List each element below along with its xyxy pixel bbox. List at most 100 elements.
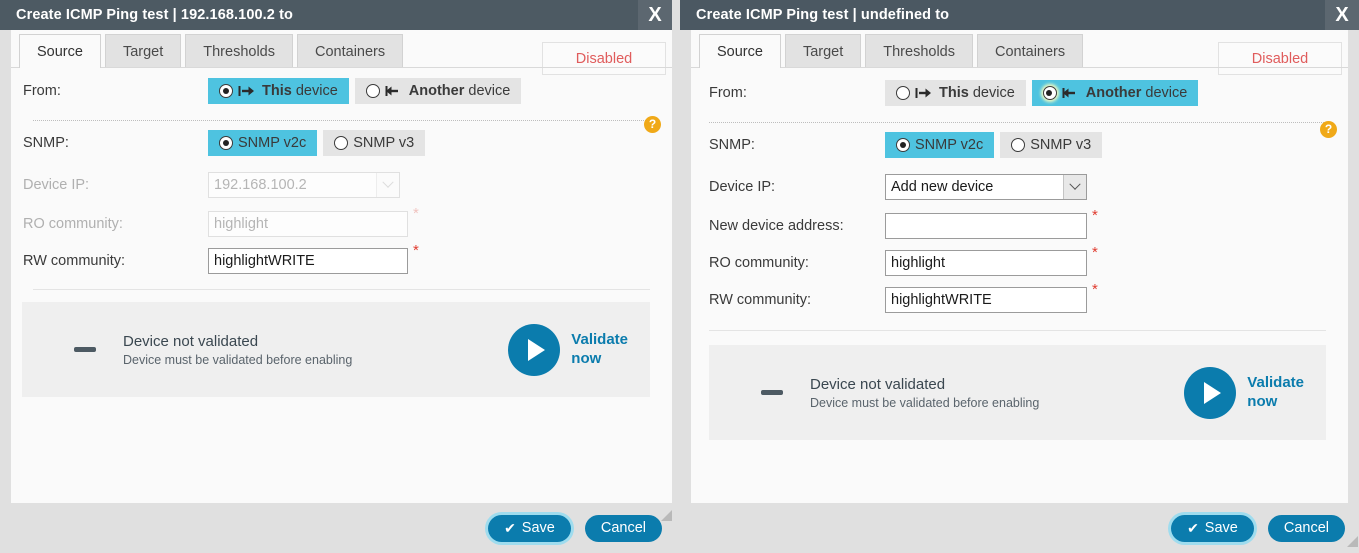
rw-community-input[interactable] [885,286,1087,313]
play-icon [508,323,561,376]
validation-title: Device not validated [123,332,259,350]
field-row-from: From: This device Another device [691,68,1348,118]
radio-snmp-v3[interactable]: SNMP v3 [323,130,426,156]
save-button[interactable]: ✔ Save [1171,514,1254,542]
validation-texts: Device not validated Device must be vali… [810,376,1184,410]
tab-containers[interactable]: Containers [297,34,404,68]
required-asterisk: * [413,205,419,222]
dialog-body-right: Source Target Thresholds Containers Disa… [680,30,1359,512]
required-asterisk: * [1092,207,1098,224]
validate-now-label: Validate now [571,331,628,367]
field-row-device-ip: Device IP: Add new device [691,167,1348,207]
validate-now-label: Validate now [1247,374,1304,410]
field-row-device-ip: Device IP: 192.168.100.2 [11,165,672,205]
validation-subtitle: Device must be validated before enabling [810,395,1040,410]
radio-dot-this-device [896,86,910,100]
radio-this-device[interactable]: This device [885,80,1026,106]
help-icon[interactable]: ? [1320,121,1337,138]
arrow-right-to-bar-icon [915,87,932,99]
play-icon [1184,366,1237,419]
field-row-from: From: This device Another device [11,68,672,114]
save-label: Save [521,520,555,536]
tab-source[interactable]: Source [699,34,781,68]
cancel-button[interactable]: Cancel [1267,514,1345,542]
tab-target[interactable]: Target [104,34,182,68]
screen: Create ICMP Ping test | 192.168.100.2 to… [0,0,1359,553]
save-button[interactable]: ✔ Save [488,514,571,542]
radio-dot-snmp-v3 [334,136,349,150]
tab-source[interactable]: Source [19,34,101,68]
validation-panel: Device not validated Device must be vali… [22,302,650,397]
radio-label-another-device: Another device [1085,85,1188,101]
chevron-down-icon[interactable] [1063,175,1086,199]
ro-community-label: RO community: [23,215,123,232]
tab-bar-right: Source Target Thresholds Containers Disa… [691,30,1348,75]
check-icon: ✔ [1187,520,1199,536]
device-ip-value: 192.168.100.2 [214,177,307,193]
from-radio-group: This device Another device [208,78,522,104]
validate-now-button[interactable]: Validate now [508,323,628,376]
ro-community-input[interactable] [208,210,408,237]
field-row-ro-community: RO community: * [691,244,1348,281]
tab-containers[interactable]: Containers [977,34,1084,68]
field-row-snmp: SNMP: SNMP v2c SNMP v3 [11,121,672,165]
required-asterisk: * [1092,244,1098,261]
close-icon[interactable]: X [638,0,672,30]
device-ip-select: 192.168.100.2 [208,172,400,198]
divider-solid [33,289,650,290]
dialog-title: Create ICMP Ping test | undefined to [696,7,950,23]
radio-dot-snmp-v3 [1011,138,1026,152]
ro-community-input[interactable] [885,249,1087,276]
device-ip-select[interactable]: Add new device [885,174,1087,200]
dialog-create-icmp-ping-test-left: Create ICMP Ping test | 192.168.100.2 to… [0,0,672,553]
required-asterisk: * [413,242,419,259]
radio-label-snmp-v2c: SNMP v2c [238,135,307,151]
tab-thresholds[interactable]: Thresholds [185,34,293,68]
radio-snmp-v2c[interactable]: SNMP v2c [208,130,318,156]
radio-this-device[interactable]: This device [208,78,349,104]
tab-bar-left: Source Target Thresholds Containers Disa… [11,30,672,75]
radio-snmp-v2c[interactable]: SNMP v2c [885,132,995,158]
dialog-title: Create ICMP Ping test | 192.168.100.2 to [16,7,293,23]
new-device-address-input[interactable] [885,212,1087,239]
tab-target[interactable]: Target [784,34,862,68]
radio-dot-another-device [1042,86,1057,100]
rw-community-input[interactable] [208,247,408,274]
validate-now-button[interactable]: Validate now [1184,366,1304,419]
close-icon[interactable]: X [1325,0,1359,30]
from-label: From: [709,85,747,101]
ro-community-label: RO community: [709,254,809,271]
form-source-right: From: This device Another device SNMP: S… [691,68,1348,440]
required-asterisk: * [1092,281,1098,298]
resize-handle[interactable] [1347,536,1358,547]
device-ip-value: Add new device [891,179,994,195]
cancel-button[interactable]: Cancel [584,514,662,542]
device-ip-label: Device IP: [23,177,90,193]
validation-subtitle: Device must be validated before enabling [123,352,353,367]
radio-another-device[interactable]: Another device [1031,80,1199,106]
snmp-label: SNMP: [23,135,69,151]
radio-label-snmp-v3: SNMP v3 [1030,137,1092,153]
chevron-down-icon [376,173,399,197]
divider-solid [709,330,1326,331]
resize-handle[interactable] [661,510,672,521]
tab-thresholds[interactable]: Thresholds [865,34,973,68]
rw-community-label: RW community: [23,252,126,269]
radio-snmp-v3[interactable]: SNMP v3 [1000,132,1103,158]
radio-another-device[interactable]: Another device [354,78,522,104]
arrow-right-to-bar-icon [238,85,255,97]
field-row-rw-community: RW community: * [691,281,1348,318]
radio-dot-snmp-v2c [219,136,233,150]
field-row-rw-community: RW community: * [11,242,672,279]
help-icon[interactable]: ? [644,116,661,133]
field-row-snmp: SNMP: SNMP v2c SNMP v3 [691,123,1348,167]
dialog-create-icmp-ping-test-right: Create ICMP Ping test | undefined to X S… [680,0,1359,553]
form-source-left: From: This device Another device SNMP: S… [11,68,672,397]
from-radio-group: This device Another device [885,80,1199,106]
field-row-new-device-address: New device address: * [691,207,1348,244]
titlebar-right: Create ICMP Ping test | undefined to X [680,0,1359,30]
radio-label-snmp-v3: SNMP v3 [353,135,415,151]
radio-dot-snmp-v2c [896,138,910,152]
dialog-body-left: Source Target Thresholds Containers Disa… [0,30,672,503]
footer-right: ✔ Save Cancel [680,503,1359,553]
